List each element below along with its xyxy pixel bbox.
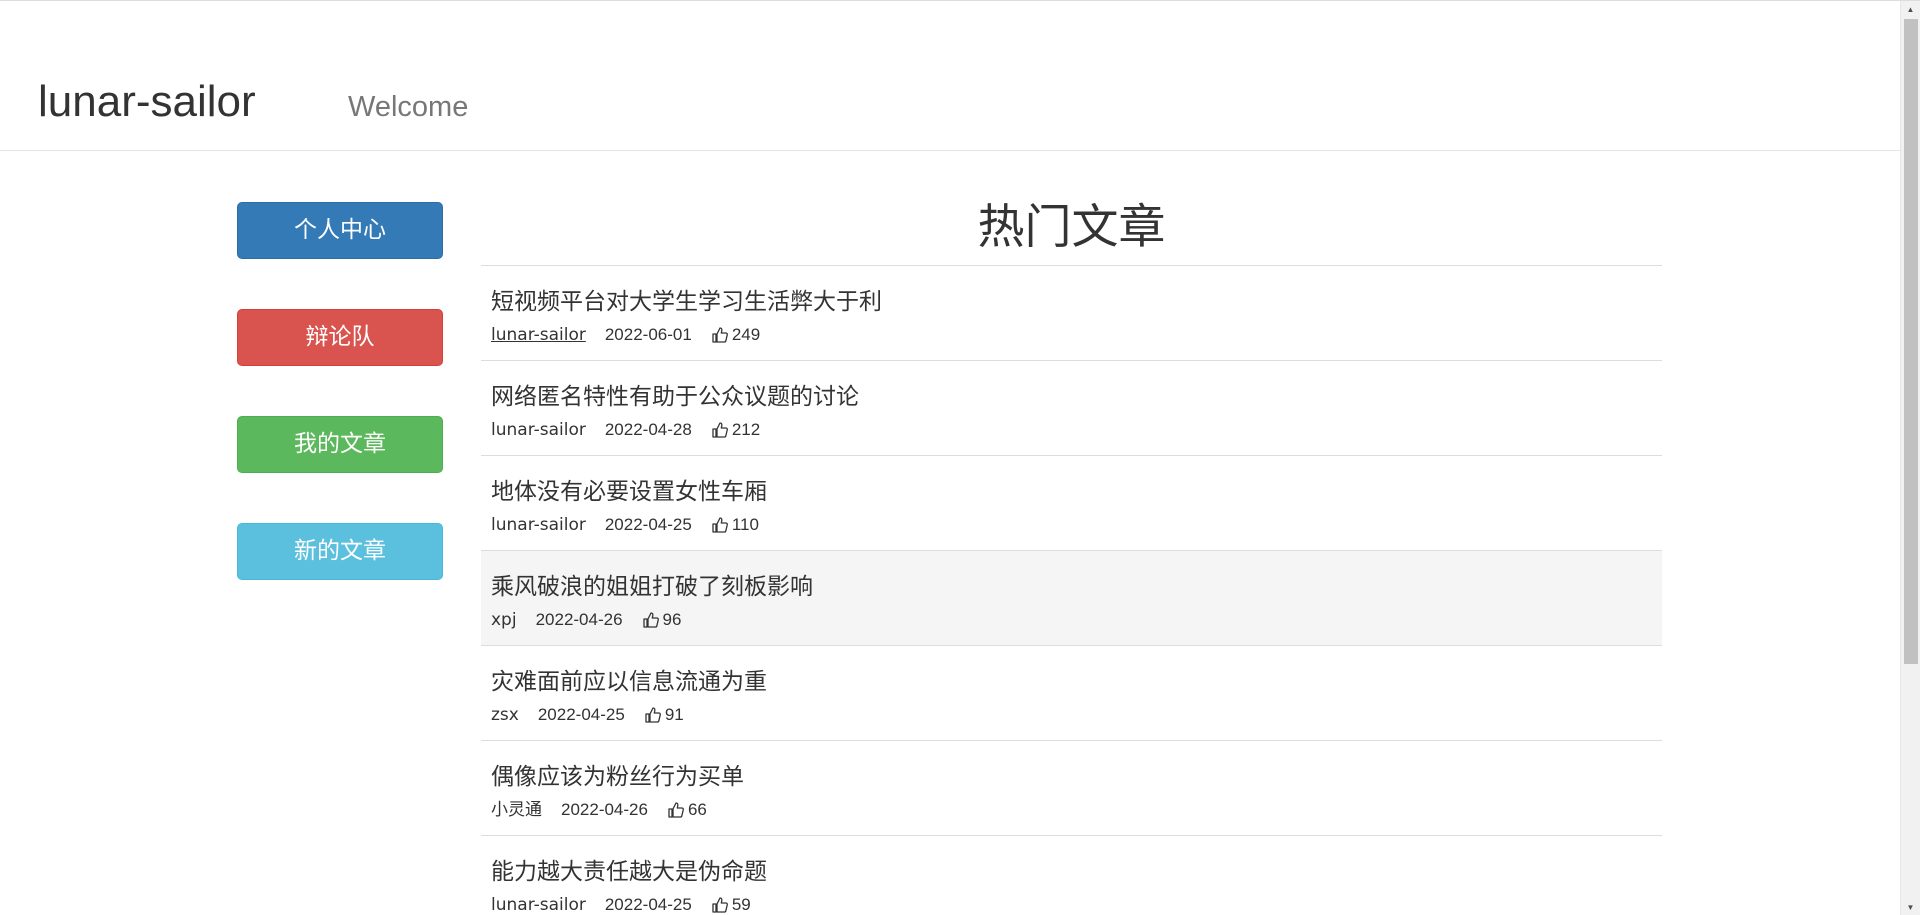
likes-count: 66 xyxy=(687,800,707,819)
thumbs-up-icon xyxy=(712,517,728,533)
article-meta: lunar-sailor 2022-06-01 249 xyxy=(491,324,1662,346)
likes-count: 91 xyxy=(664,705,684,724)
article-item[interactable]: 地体没有必要设置女性车厢 lunar-sailor 2022-04-25 110 xyxy=(481,456,1662,551)
article-meta: 小灵通 2022-04-26 66 xyxy=(491,799,1662,821)
article-item[interactable]: 乘风破浪的姐姐打破了刻板影响 xpj 2022-04-26 96 xyxy=(481,551,1662,646)
article-likes: 59 xyxy=(711,894,751,915)
vertical-scrollbar[interactable]: ▲ ▼ xyxy=(1900,1,1920,915)
article-author[interactable]: lunar-sailor xyxy=(491,419,586,441)
article-title[interactable]: 地体没有必要设置女性车厢 xyxy=(491,456,1662,508)
article-date: 2022-06-01 xyxy=(604,325,692,344)
thumbs-up-icon xyxy=(712,897,728,913)
article-author[interactable]: 小灵通 xyxy=(491,799,542,821)
article-meta: lunar-sailor 2022-04-25 59 xyxy=(491,894,1662,915)
article-date: 2022-04-25 xyxy=(537,705,625,724)
article-item[interactable]: 网络匿名特性有助于公众议题的讨论 lunar-sailor 2022-04-28… xyxy=(481,361,1662,456)
article-author[interactable]: lunar-sailor xyxy=(491,324,586,346)
article-date: 2022-04-28 xyxy=(604,420,692,439)
article-author[interactable]: lunar-sailor xyxy=(491,894,586,915)
article-author[interactable]: xpj xyxy=(491,609,517,631)
scroll-down-icon[interactable]: ▼ xyxy=(1901,899,1920,915)
thumbs-up-icon xyxy=(668,802,684,818)
article-title[interactable]: 灾难面前应以信息流通为重 xyxy=(491,646,1662,698)
article-likes: 96 xyxy=(642,609,682,631)
article-likes: 249 xyxy=(711,324,760,346)
article-title[interactable]: 偶像应该为粉丝行为买单 xyxy=(491,741,1662,793)
article-title[interactable]: 网络匿名特性有助于公众议题的讨论 xyxy=(491,361,1662,413)
main-content: 热门文章 短视频平台对大学生学习生活弊大于利 lunar-sailor 2022… xyxy=(481,191,1662,915)
thumbs-up-icon xyxy=(712,327,728,343)
likes-count: 110 xyxy=(731,515,759,534)
likes-count: 249 xyxy=(731,325,761,344)
likes-count: 212 xyxy=(731,420,761,439)
article-item[interactable]: 短视频平台对大学生学习生活弊大于利 lunar-sailor 2022-06-0… xyxy=(481,266,1662,361)
article-date: 2022-04-25 xyxy=(604,515,692,534)
my-articles-button[interactable]: 我的文章 xyxy=(237,416,443,473)
sidebar: 个人中心 辩论队 我的文章 新的文章 xyxy=(237,202,443,630)
scroll-up-icon[interactable]: ▲ xyxy=(1901,1,1920,18)
article-author[interactable]: zsx xyxy=(491,704,519,726)
likes-count: 59 xyxy=(731,895,751,914)
debate-team-button[interactable]: 辩论队 xyxy=(237,309,443,366)
article-item[interactable]: 能力越大责任越大是伪命题 lunar-sailor 2022-04-25 59 xyxy=(481,836,1662,915)
navbar: lunar-sailor Welcome xyxy=(0,1,1900,151)
personal-center-button[interactable]: 个人中心 xyxy=(237,202,443,259)
article-item[interactable]: 灾难面前应以信息流通为重 zsx 2022-04-25 91 xyxy=(481,646,1662,741)
article-likes: 91 xyxy=(644,704,684,726)
article-meta: lunar-sailor 2022-04-25 110 xyxy=(491,514,1662,536)
article-title[interactable]: 乘风破浪的姐姐打破了刻板影响 xyxy=(491,551,1662,603)
article-date: 2022-04-26 xyxy=(561,800,648,819)
article-item[interactable]: 偶像应该为粉丝行为买单 小灵通 2022-04-26 66 xyxy=(481,741,1662,836)
thumbs-up-icon xyxy=(712,422,728,438)
article-title[interactable]: 短视频平台对大学生学习生活弊大于利 xyxy=(491,266,1662,318)
article-author[interactable]: lunar-sailor xyxy=(491,514,586,536)
page: lunar-sailor Welcome 个人中心 辩论队 我的文章 新的文章 … xyxy=(0,0,1920,915)
article-list: 短视频平台对大学生学习生活弊大于利 lunar-sailor 2022-06-0… xyxy=(481,265,1662,915)
likes-count: 96 xyxy=(662,610,682,629)
article-date: 2022-04-26 xyxy=(535,610,623,629)
thumbs-up-icon xyxy=(642,612,659,628)
brand-link[interactable]: lunar-sailor xyxy=(38,76,256,128)
article-likes: 212 xyxy=(711,419,760,441)
new-article-button[interactable]: 新的文章 xyxy=(237,523,443,580)
article-date: 2022-04-25 xyxy=(604,895,692,914)
article-likes: 66 xyxy=(667,799,707,821)
page-title: 热门文章 xyxy=(977,200,1166,255)
scrollbar-thumb[interactable] xyxy=(1904,19,1918,664)
article-meta: lunar-sailor 2022-04-28 212 xyxy=(491,419,1662,441)
article-meta: xpj 2022-04-26 96 xyxy=(491,609,1662,631)
thumbs-up-icon xyxy=(645,707,661,723)
article-likes: 110 xyxy=(711,514,759,536)
article-meta: zsx 2022-04-25 91 xyxy=(491,704,1662,726)
welcome-link[interactable]: Welcome xyxy=(348,89,468,125)
article-title[interactable]: 能力越大责任越大是伪命题 xyxy=(491,836,1662,888)
